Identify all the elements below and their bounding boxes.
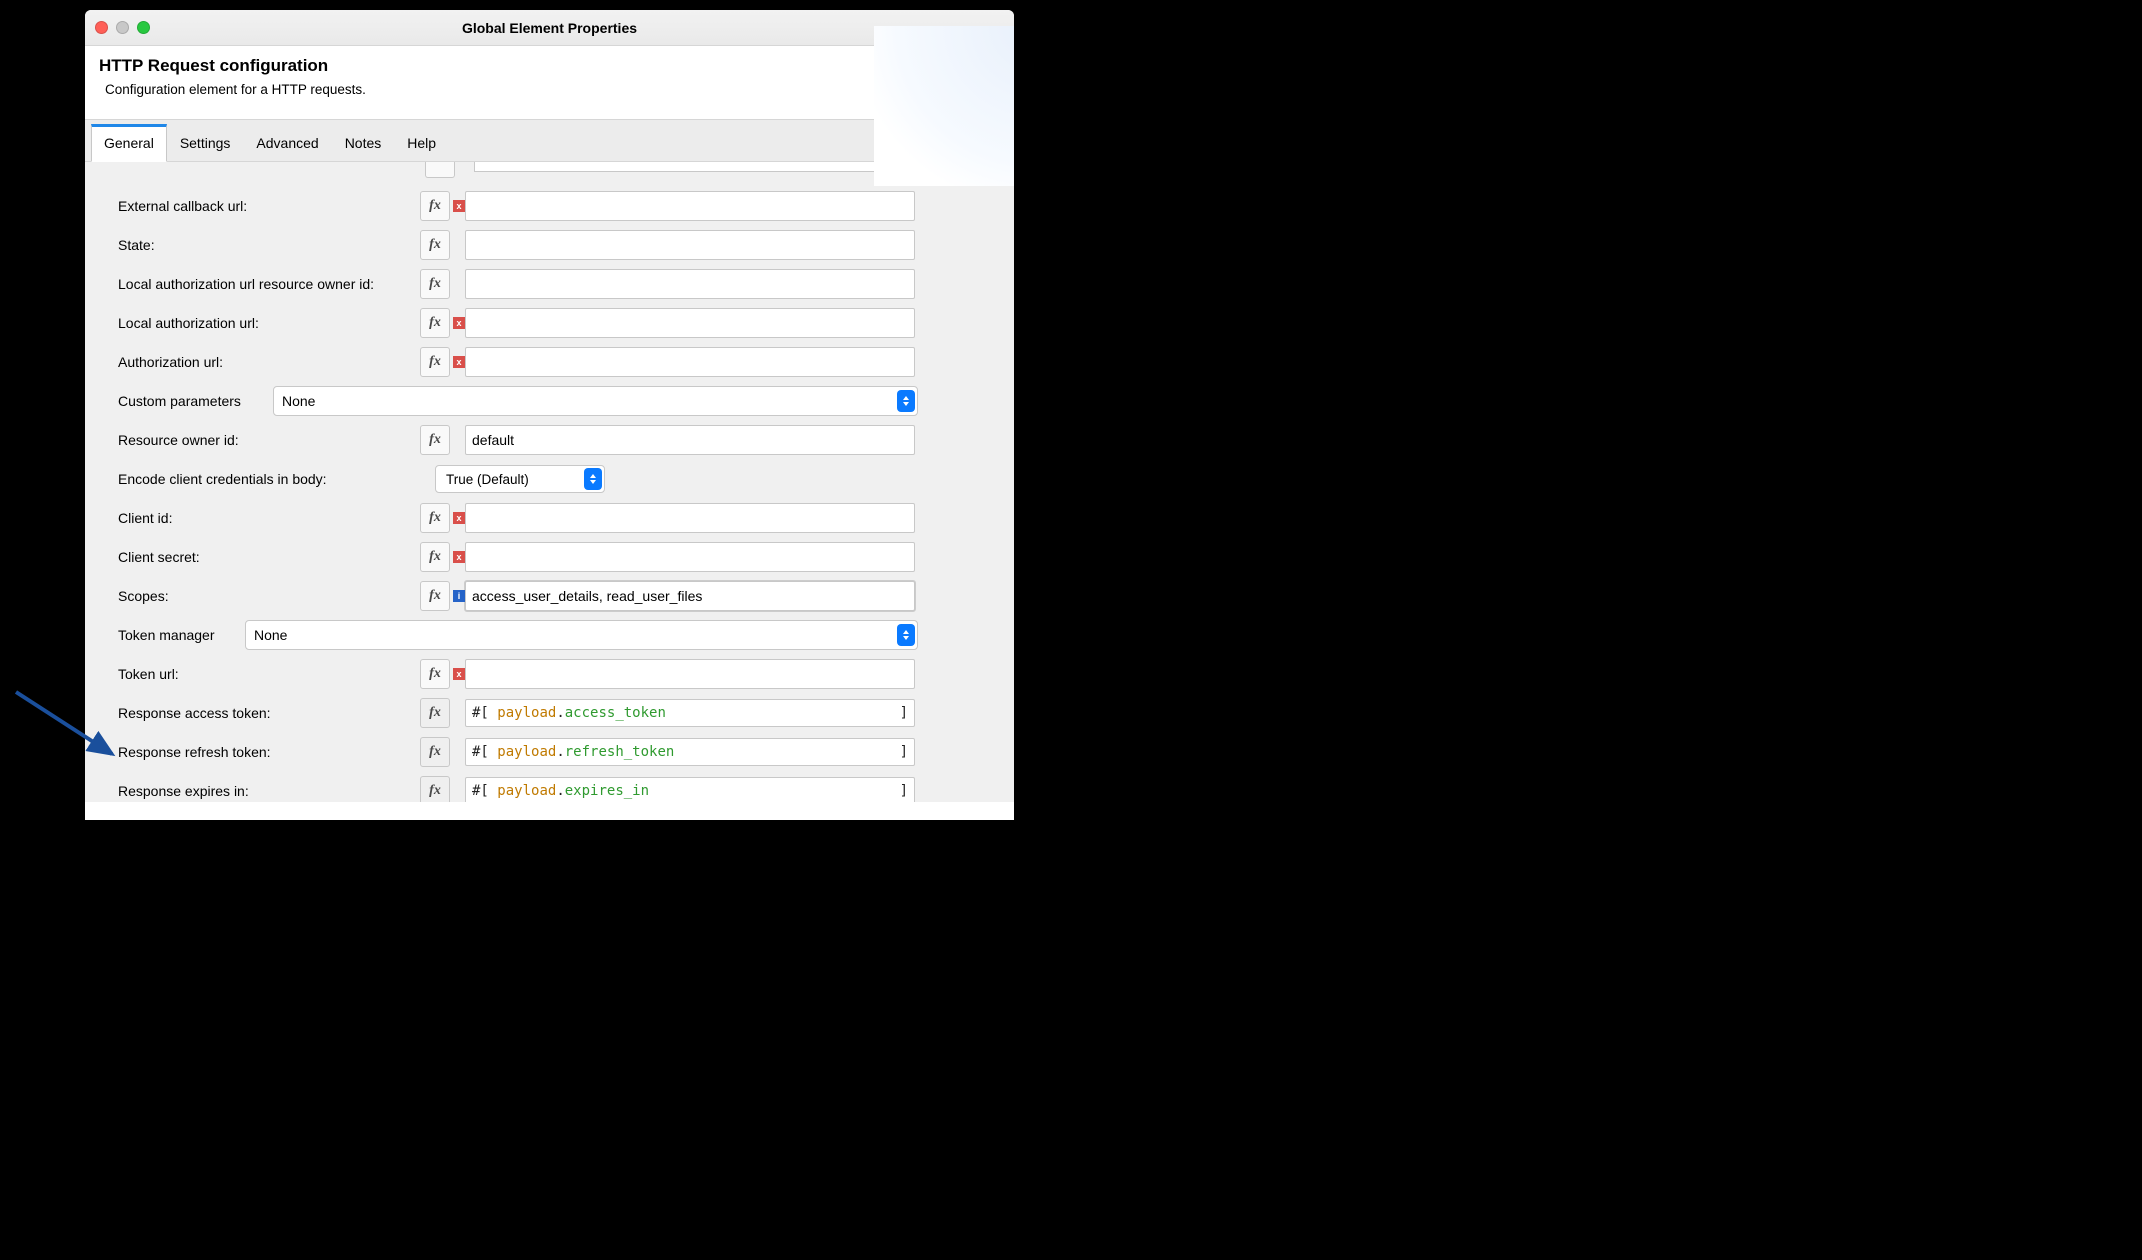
maximize-window-icon[interactable] [137, 21, 150, 34]
fx-button[interactable]: fx [420, 737, 450, 767]
fx-button[interactable] [425, 162, 455, 178]
tab-bar: General Settings Advanced Notes Help [85, 119, 1014, 162]
tab-settings[interactable]: Settings [167, 124, 244, 162]
tab-notes[interactable]: Notes [332, 124, 395, 162]
field-label: Scopes: [115, 588, 420, 604]
response-expires-in-input[interactable]: #[ payload.expires_in] [465, 777, 915, 802]
authorization-url-input[interactable] [465, 347, 915, 377]
field-label: Authorization url: [115, 354, 420, 370]
scopes-row: Scopes: fx i [115, 577, 984, 615]
field-label: Client secret: [115, 549, 420, 565]
error-icon: x [453, 551, 465, 563]
fx-button[interactable]: fx [420, 776, 450, 802]
token-manager-select[interactable]: None [245, 620, 918, 650]
form-area: External callback url: fx x State: fx Lo… [85, 162, 1014, 802]
window-title: Global Element Properties [85, 20, 1014, 36]
select-value: None [282, 393, 315, 409]
field-label: Response expires in: [115, 783, 420, 799]
fx-button[interactable]: fx [420, 191, 450, 221]
field-label: External callback url: [115, 198, 420, 214]
page-subtitle: Configuration element for a HTTP request… [105, 82, 1000, 97]
chevron-updown-icon [897, 624, 915, 646]
client-id-row: Client id: fx x [115, 499, 984, 537]
authorization-url-row: Authorization url: fx x [115, 343, 984, 381]
field-label: Client id: [115, 510, 420, 526]
error-icon: x [453, 200, 465, 212]
field-label: Token url: [115, 666, 420, 682]
tab-help[interactable]: Help [394, 124, 449, 162]
local-auth-url-input[interactable] [465, 308, 915, 338]
fx-button[interactable]: fx [420, 659, 450, 689]
token-manager-row: Token manager None [115, 616, 984, 654]
external-callback-url-input[interactable] [465, 191, 915, 221]
error-icon: x [453, 512, 465, 524]
dialog-header: HTTP Request configuration Configuration… [85, 46, 1014, 119]
error-icon: x [453, 668, 465, 680]
field-label: Local authorization url resource owner i… [115, 276, 420, 292]
fx-button[interactable]: fx [420, 503, 450, 533]
response-refresh-token-input[interactable]: #[ payload.refresh_token] [465, 738, 915, 766]
error-icon: x [453, 356, 465, 368]
close-window-icon[interactable] [95, 21, 108, 34]
custom-parameters-row: Custom parameters None [115, 382, 984, 420]
response-refresh-token-row: Response refresh token: fx #[ payload.re… [115, 733, 984, 771]
titlebar: Global Element Properties [85, 10, 1014, 46]
global-element-properties-dialog: Global Element Properties HTTP Request c… [85, 10, 1014, 820]
field-label: Response access token: [115, 705, 420, 721]
select-value: True (Default) [446, 472, 529, 487]
chevron-updown-icon [584, 468, 602, 490]
local-auth-url-row: Local authorization url: fx x [115, 304, 984, 342]
text-field-partial[interactable] [474, 162, 922, 172]
custom-parameters-select[interactable]: None [273, 386, 918, 416]
field-label: Local authorization url: [115, 315, 420, 331]
tab-general[interactable]: General [91, 124, 167, 162]
error-icon: x [453, 317, 465, 329]
truncated-row [115, 162, 984, 181]
fx-button[interactable]: fx [420, 542, 450, 572]
token-url-row: Token url: fx x [115, 655, 984, 693]
client-id-input[interactable] [465, 503, 915, 533]
local-auth-url-ro-id-row: Local authorization url resource owner i… [115, 265, 984, 303]
response-expires-in-row: Response expires in: fx #[ payload.expir… [115, 772, 984, 802]
chevron-updown-icon [897, 390, 915, 412]
client-secret-row: Client secret: fx x [115, 538, 984, 576]
resource-owner-id-input[interactable] [465, 425, 915, 455]
page-title: HTTP Request configuration [99, 56, 1000, 76]
tab-advanced[interactable]: Advanced [243, 124, 331, 162]
fx-button[interactable]: fx [420, 698, 450, 728]
fx-button[interactable]: fx [420, 308, 450, 338]
state-row: State: fx [115, 226, 984, 264]
fx-button[interactable]: fx [420, 347, 450, 377]
resource-owner-id-row: Resource owner id: fx [115, 421, 984, 459]
field-label: Custom parameters [115, 393, 273, 409]
field-label: Encode client credentials in body: [115, 471, 420, 487]
external-callback-url-row: External callback url: fx x [115, 187, 984, 225]
fx-button[interactable]: fx [420, 269, 450, 299]
scopes-input[interactable] [465, 581, 915, 611]
encode-client-credentials-row: Encode client credentials in body: True … [115, 460, 984, 498]
encode-client-credentials-select[interactable]: True (Default) [435, 465, 605, 493]
response-access-token-input[interactable]: #[ payload.access_token] [465, 699, 915, 727]
field-label: Token manager [115, 627, 245, 643]
state-input[interactable] [465, 230, 915, 260]
fx-button[interactable]: fx [420, 425, 450, 455]
window-controls [95, 21, 150, 34]
client-secret-input[interactable] [465, 542, 915, 572]
field-label: Response refresh token: [115, 744, 420, 760]
token-url-input[interactable] [465, 659, 915, 689]
local-auth-url-ro-id-input[interactable] [465, 269, 915, 299]
fx-button[interactable]: fx [420, 230, 450, 260]
info-icon: i [453, 590, 465, 602]
minimize-window-icon[interactable] [116, 21, 129, 34]
fx-button[interactable]: fx [420, 581, 450, 611]
field-label: State: [115, 237, 420, 253]
select-value: None [254, 627, 287, 643]
response-access-token-row: Response access token: fx #[ payload.acc… [115, 694, 984, 732]
field-label: Resource owner id: [115, 432, 420, 448]
